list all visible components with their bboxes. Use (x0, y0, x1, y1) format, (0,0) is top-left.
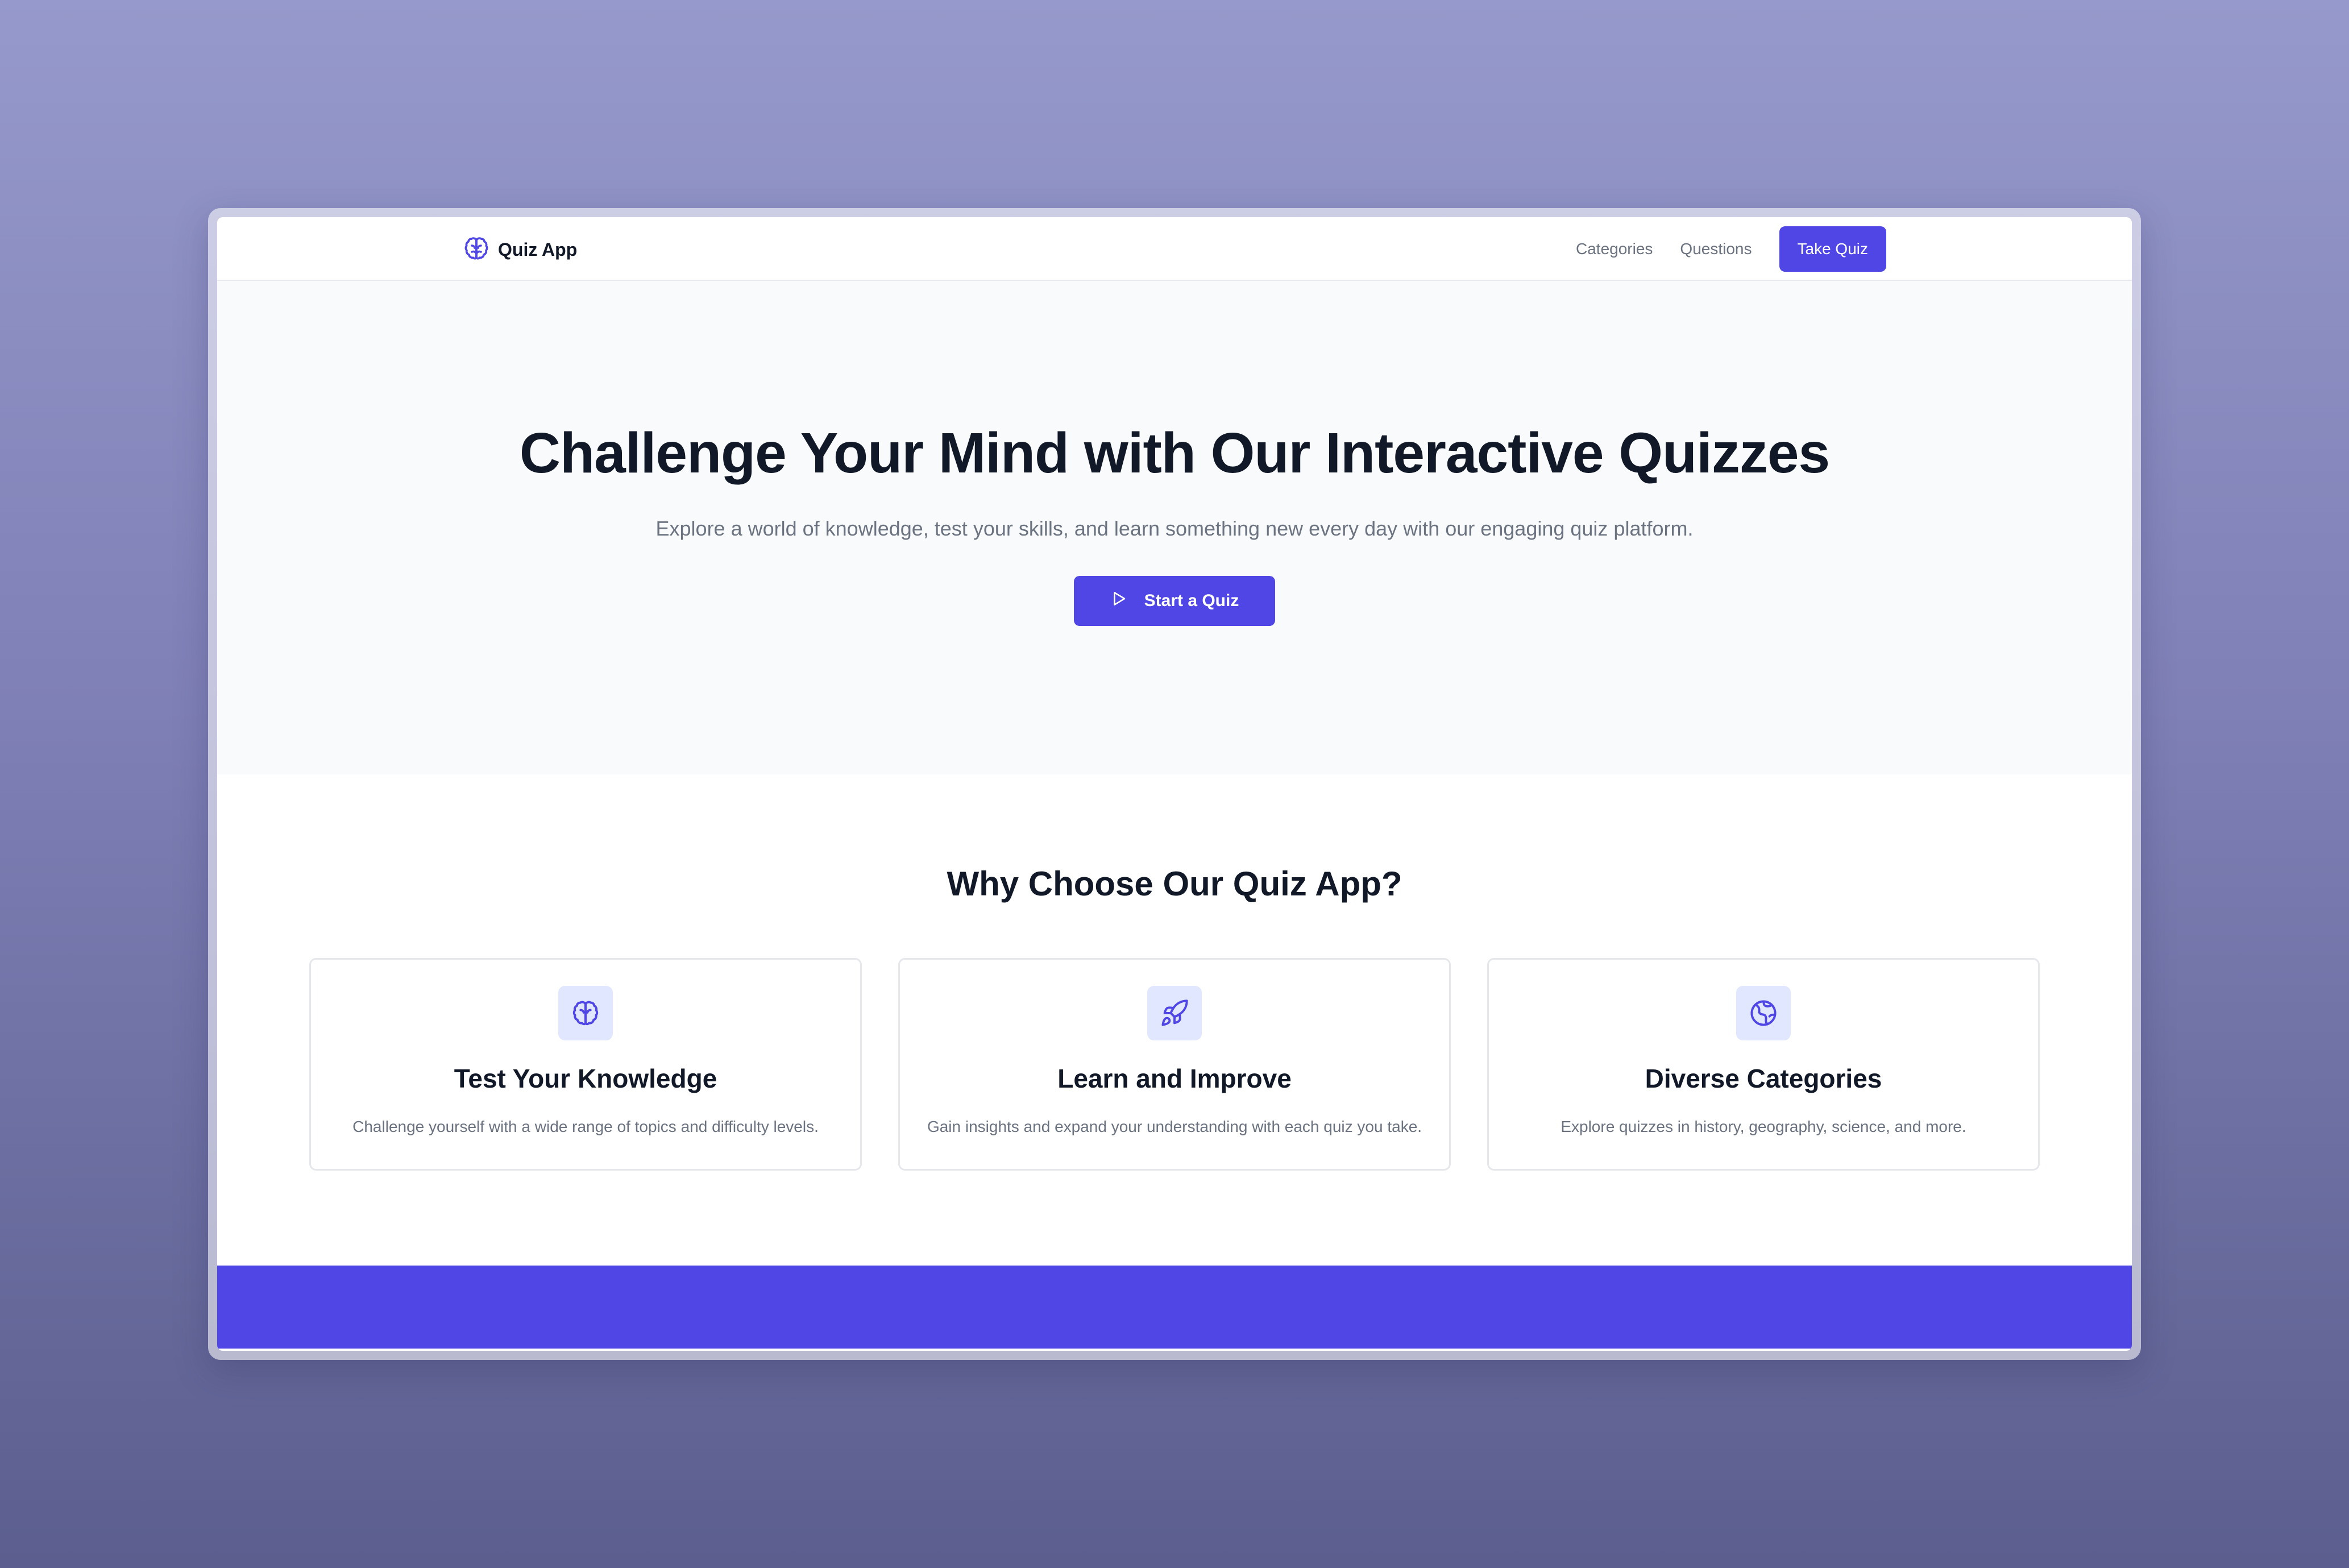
nav-link-categories[interactable]: Categories (1576, 240, 1653, 258)
brand[interactable]: Quiz App (463, 235, 577, 265)
play-icon (1110, 590, 1127, 612)
feature-card-description: Explore quizzes in history, geography, s… (1561, 1118, 1966, 1135)
feature-card-description: Challenge yourself with a wide range of … (352, 1118, 819, 1135)
brain-icon (558, 986, 613, 1040)
feature-card-description: Gain insights and expand your understand… (927, 1118, 1422, 1135)
nav-links: Categories Questions Take Quiz (1576, 226, 1886, 272)
brand-name: Quiz App (498, 239, 578, 260)
feature-cards: Test Your Knowledge Challenge yourself w… (309, 958, 2040, 1171)
feature-card-title: Test Your Knowledge (454, 1064, 717, 1093)
globe-icon (1736, 986, 1791, 1040)
take-quiz-button[interactable]: Take Quiz (1779, 226, 1886, 272)
app-window: Quiz App Categories Questions Take Quiz … (217, 217, 2132, 1351)
start-quiz-label: Start a Quiz (1144, 591, 1239, 610)
features-title: Why Choose Our Quiz App? (947, 865, 1402, 903)
hero-section: Challenge Your Mind with Our Interactive… (217, 281, 2132, 774)
feature-card-title: Learn and Improve (1057, 1064, 1292, 1093)
browser-frame: Quiz App Categories Questions Take Quiz … (208, 208, 2141, 1360)
feature-card-knowledge: Test Your Knowledge Challenge yourself w… (309, 958, 862, 1171)
rocket-icon (1147, 986, 1202, 1040)
nav-link-questions[interactable]: Questions (1680, 240, 1752, 258)
hero-subtitle: Explore a world of knowledge, test your … (655, 517, 1694, 540)
start-quiz-button[interactable]: Start a Quiz (1073, 576, 1276, 626)
feature-card-categories: Diverse Categories Explore quizzes in hi… (1487, 958, 2040, 1171)
feature-card-learn: Learn and Improve Gain insights and expa… (898, 958, 1451, 1171)
hero-title: Challenge Your Mind with Our Interactive… (519, 421, 1830, 485)
brain-icon (463, 235, 490, 265)
navbar: Quiz App Categories Questions Take Quiz (217, 217, 2132, 281)
footer-bar (217, 1266, 2132, 1349)
feature-card-title: Diverse Categories (1645, 1064, 1882, 1093)
features-section: Why Choose Our Quiz App? Test Your Knowl… (217, 774, 2132, 1266)
